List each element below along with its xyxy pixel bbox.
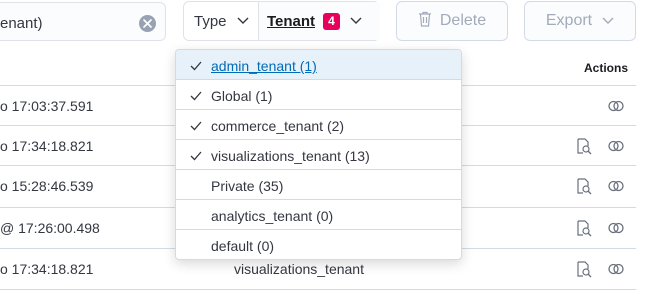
inspect-icon[interactable] — [575, 177, 593, 195]
actions-column-header: Actions — [584, 61, 629, 75]
relationships-icon[interactable] — [607, 177, 625, 195]
relationships-icon[interactable] — [607, 97, 625, 115]
row-tenant: visualizations_tenant — [234, 261, 364, 277]
tenant-option-label: default (0) — [211, 238, 275, 254]
tenant-option-visualizations[interactable]: visualizations_tenant (13) — [176, 140, 461, 170]
inspect-icon[interactable] — [575, 137, 593, 155]
filter-group: Type Tenant 4 — [183, 1, 380, 41]
chevron-down-icon — [602, 12, 614, 30]
inspect-icon[interactable] — [575, 219, 593, 237]
divider — [0, 289, 636, 290]
row-date: o 17:03:37.591 — [0, 98, 94, 114]
row-date: o 17:34:18.821 — [0, 138, 94, 154]
relationships-icon[interactable] — [607, 137, 625, 155]
tenant-option-global[interactable]: Global (1) — [176, 80, 461, 110]
tenant-option-analytics[interactable]: analytics_tenant (0) — [176, 200, 461, 230]
tenant-option-label: commerce_tenant (2) — [211, 118, 345, 134]
tenant-option-private[interactable]: Private (35) — [176, 170, 461, 200]
check-icon — [190, 89, 202, 101]
chevron-down-icon — [350, 12, 362, 30]
tenant-dropdown: admin_tenant (1) Global (1) commerce_ten… — [175, 49, 462, 260]
clear-search-icon[interactable] — [139, 15, 156, 32]
tenant-option-label: Global (1) — [211, 88, 273, 104]
export-label: Export — [545, 12, 593, 29]
tenant-count-badge: 4 — [323, 12, 340, 30]
tenant-filter-label: Tenant — [267, 12, 316, 30]
row-date: o 17:34:18.821 — [0, 261, 94, 277]
search-input-value: enant) — [0, 15, 43, 32]
check-icon — [190, 119, 202, 131]
row-date: o 15:28:46.539 — [0, 178, 94, 194]
check-icon — [190, 149, 202, 161]
trash-icon — [418, 11, 432, 32]
export-button[interactable]: Export — [524, 1, 636, 41]
type-filter-label: Type — [194, 12, 227, 30]
type-filter-button[interactable]: Type — [184, 2, 259, 40]
check-icon — [190, 59, 202, 71]
tenant-option-label: admin_tenant (1) — [211, 58, 317, 74]
delete-button[interactable]: Delete — [396, 1, 508, 41]
inspect-icon[interactable] — [575, 260, 593, 278]
row-date: @ 17:26:00.498 — [0, 220, 100, 236]
tenant-option-label: visualizations_tenant (13) — [211, 148, 370, 164]
tenant-option-label: Private (35) — [211, 178, 284, 194]
tenant-option-default[interactable]: default (0) — [176, 230, 461, 259]
tenant-filter-button[interactable]: Tenant 4 — [259, 2, 380, 40]
delete-label: Delete — [439, 12, 487, 29]
chevron-down-icon — [237, 12, 249, 30]
search-input[interactable]: enant) — [0, 2, 166, 41]
tenant-option-label: analytics_tenant (0) — [211, 208, 334, 224]
relationships-icon[interactable] — [607, 219, 625, 237]
tenant-option-admin[interactable]: admin_tenant (1) — [176, 50, 461, 80]
tenant-option-commerce[interactable]: commerce_tenant (2) — [176, 110, 461, 140]
relationships-icon[interactable] — [607, 260, 625, 278]
